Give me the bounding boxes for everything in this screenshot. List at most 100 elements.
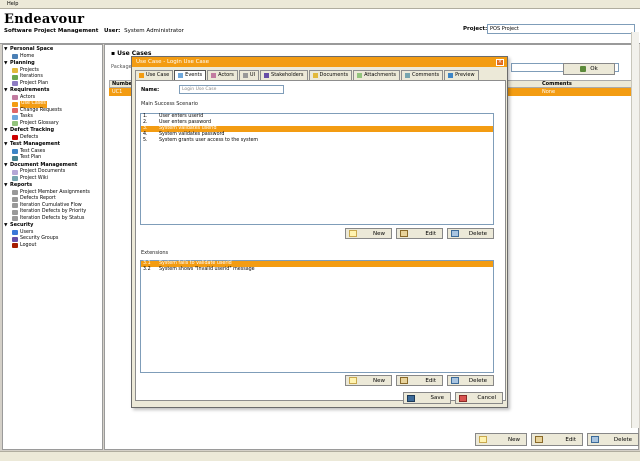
- save-icon: [407, 394, 415, 402]
- tree-item-label: Logout: [20, 242, 37, 248]
- group-icon: [12, 236, 18, 242]
- home-icon: [12, 54, 18, 60]
- edit-icon: [535, 436, 543, 443]
- edit-icon: [400, 230, 408, 237]
- tree-group-label[interactable]: ▼ Planning: [3, 60, 102, 68]
- main-flow-edit-button[interactable]: Edit: [396, 228, 443, 239]
- tree-group: ▼ Requirements Actors Use Cases Change Reque…: [3, 87, 102, 127]
- tab-label: Comments: [411, 72, 440, 78]
- change-request-icon: [12, 108, 18, 114]
- extensions-buttons: New Edit Delete: [345, 375, 494, 386]
- edit-button[interactable]: Edit: [531, 433, 583, 446]
- main-flow-delete-button[interactable]: Delete: [447, 228, 494, 239]
- main-flow-new-button[interactable]: New: [345, 228, 392, 239]
- window-scrollbar[interactable]: [631, 32, 639, 428]
- glossary-icon: [12, 121, 18, 127]
- tree-group-label[interactable]: ▼ Document Management: [3, 162, 102, 170]
- close-icon[interactable]: ×: [496, 58, 504, 66]
- tree-group-text: Planning: [10, 60, 35, 66]
- project-select[interactable]: POS Project: [487, 24, 635, 34]
- list-item[interactable]: 3.2 System shows "Invalid userid" message: [141, 267, 493, 273]
- tab-icon: [404, 73, 410, 78]
- row-number: UC1: [112, 89, 123, 95]
- extensions-delete-button[interactable]: Delete: [447, 375, 494, 386]
- delete-icon: [451, 377, 459, 384]
- tree-group-label[interactable]: ▼ Requirements: [3, 87, 102, 95]
- tab-icon: [312, 73, 318, 78]
- edit-icon: [400, 377, 408, 384]
- tab-label: Preview: [455, 72, 475, 78]
- status-bar: [0, 451, 640, 461]
- app-header: Endeavour Software Project Management Us…: [0, 9, 640, 44]
- tab-icon: [264, 73, 270, 78]
- tree-group: ▼ Planning Projects Iterations Project Plan: [3, 60, 102, 87]
- main-flow-buttons: New Edit Delete: [345, 228, 494, 239]
- dialog-buttons: Save Cancel: [403, 392, 503, 404]
- new-icon: [349, 230, 357, 237]
- report-icon: [12, 209, 18, 215]
- col-comments[interactable]: Comments: [542, 81, 572, 88]
- tree-group: ▼ Defect Tracking Defects: [3, 127, 102, 141]
- menu-help[interactable]: Help: [7, 1, 18, 7]
- new-button[interactable]: New: [475, 433, 527, 446]
- tree-group-label[interactable]: ▼ Reports: [3, 182, 102, 190]
- project-label: Project:: [463, 26, 488, 32]
- delete-label: Delete: [613, 436, 632, 443]
- tab-actors[interactable]: Actors: [207, 70, 238, 80]
- tab-ui[interactable]: UI: [238, 70, 260, 80]
- edit-label: Edit: [425, 377, 436, 384]
- app-title: Endeavour: [4, 12, 85, 27]
- plan-icon: [12, 81, 18, 87]
- new-icon: [349, 377, 357, 384]
- tree-group: ▼ Document Management Project Documents Pro…: [3, 162, 102, 183]
- extensions-list[interactable]: 3.1 System fails to validate userid 3.2 Sys…: [140, 260, 494, 373]
- save-label: Save: [430, 395, 444, 401]
- list-item[interactable]: 5. System grants user access to the syste…: [141, 138, 493, 144]
- tab-label: UI: [249, 72, 256, 78]
- main-flow-list[interactable]: 1. User enters userid 2. User enters passwo…: [140, 113, 494, 225]
- main-buttons: New Edit Delete: [475, 433, 639, 446]
- tab-label: Attachments: [364, 72, 396, 78]
- iteration-icon: [12, 74, 18, 80]
- tab-label: Actors: [218, 72, 234, 78]
- tab-icon: [139, 73, 144, 78]
- document-icon: [12, 169, 18, 175]
- tree-group-label[interactable]: ▼ Security: [3, 222, 102, 230]
- tree-group-label[interactable]: ▼ Personal Space: [3, 46, 102, 54]
- tree-group-text: Defect Tracking: [10, 127, 55, 133]
- ok-icon: [580, 66, 587, 72]
- tree-group: ▼ Test Management Test Cases Test Plan: [3, 141, 102, 162]
- tab-events[interactable]: Events: [174, 70, 207, 80]
- app-subtitle: Software Project Management: [4, 28, 99, 34]
- navigation-tree: ▼ Personal Space Home ▼ Planning Projects Iter…: [2, 44, 103, 450]
- tree-item[interactable]: Logout: [3, 243, 102, 250]
- save-button[interactable]: Save: [403, 392, 451, 404]
- main-flow-label: Main Success Scenario: [141, 101, 198, 107]
- report-icon: [12, 216, 18, 222]
- ok-button[interactable]: Ok: [563, 63, 615, 75]
- tab-use-case[interactable]: Use Case: [135, 70, 174, 80]
- extensions-edit-button[interactable]: Edit: [396, 375, 443, 386]
- delete-icon: [451, 230, 459, 237]
- user-label: User:: [104, 28, 121, 34]
- ok-label: Ok: [590, 66, 598, 72]
- tree-group-label[interactable]: ▼ Test Management: [3, 141, 102, 149]
- tree-group-text: Security: [10, 222, 34, 228]
- tab-documents[interactable]: Documents: [308, 70, 353, 80]
- cancel-button[interactable]: Cancel: [455, 392, 503, 404]
- tree-group: ▼ Security Users Security Groups Logout: [3, 222, 102, 249]
- extensions-new-button[interactable]: New: [345, 375, 392, 386]
- tab-stakeholders[interactable]: Stakeholders: [260, 70, 308, 80]
- name-field[interactable]: Login Use Case: [179, 85, 284, 94]
- tab-comments[interactable]: Comments: [400, 70, 444, 80]
- cancel-icon: [459, 394, 467, 402]
- dialog-title-bar[interactable]: Use Case - Login Use Case ×: [132, 57, 507, 67]
- delete-button[interactable]: Delete: [587, 433, 639, 446]
- tree-group: ▼ Reports Project Member Assignments Defect…: [3, 182, 102, 222]
- tree-group-label[interactable]: ▼ Defect Tracking: [3, 127, 102, 135]
- tree-group-text: Document Management: [10, 161, 78, 168]
- tab-attachments[interactable]: Attachments: [353, 70, 400, 80]
- tab-label: Stakeholders: [271, 72, 304, 78]
- new-label: New: [508, 436, 520, 443]
- tab-preview[interactable]: Preview: [444, 70, 479, 80]
